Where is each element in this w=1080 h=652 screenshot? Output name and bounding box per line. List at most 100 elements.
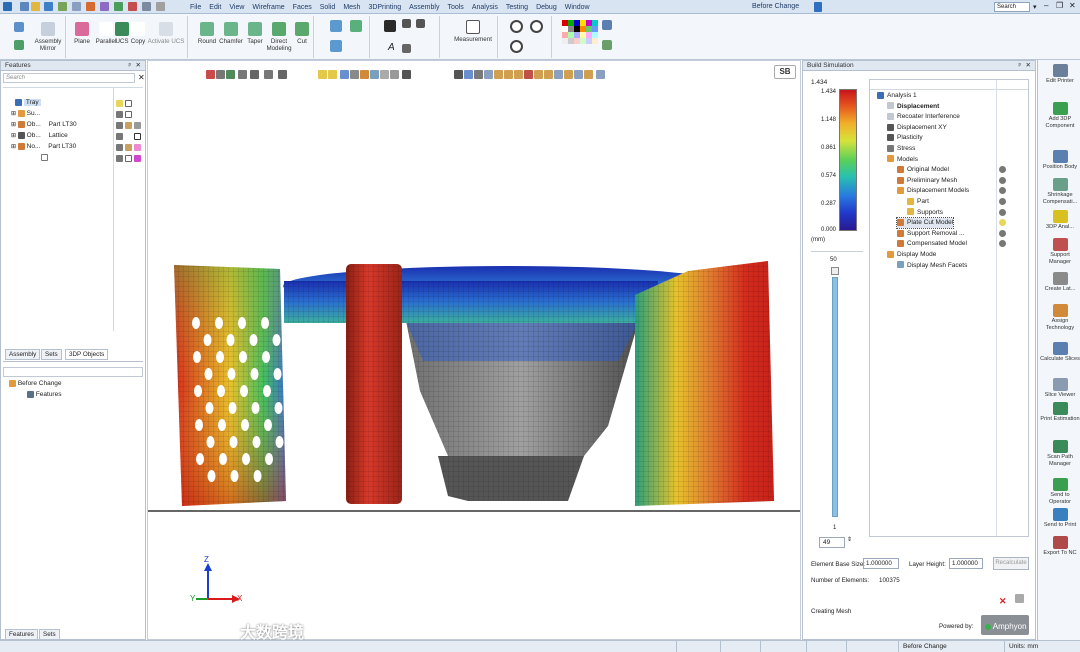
annotation-icon[interactable] bbox=[402, 19, 411, 28]
expand-icon[interactable]: ⊞ bbox=[11, 111, 16, 117]
analysis-tree-item[interactable]: Plate Cut Model bbox=[895, 217, 955, 230]
close-icon[interactable]: ✕ bbox=[1069, 1, 1076, 10]
menu-tools[interactable]: Tools bbox=[447, 4, 463, 11]
history-item-features[interactable]: Features bbox=[27, 390, 61, 400]
analysis-tree-item[interactable]: Supports bbox=[907, 208, 943, 218]
analysis-tree-item[interactable]: Stress bbox=[887, 144, 915, 154]
color-swatch[interactable] bbox=[134, 122, 141, 129]
visibility-bulb-icon[interactable] bbox=[999, 176, 1006, 184]
move-icon[interactable] bbox=[330, 20, 342, 32]
menu-window[interactable]: Window bbox=[565, 4, 590, 11]
color-swatch[interactable] bbox=[134, 133, 141, 140]
tree-item-child[interactable] bbox=[41, 153, 48, 163]
sidebar-button[interactable]: Send to Operator bbox=[1039, 478, 1080, 505]
visibility-icon[interactable] bbox=[116, 100, 123, 107]
menu-wireframe[interactable]: Wireframe bbox=[252, 4, 284, 11]
layer-spinner[interactable]: ⇕ bbox=[847, 536, 852, 543]
panel-close-icon[interactable]: ✕ bbox=[136, 61, 141, 71]
sidebar-button[interactable]: Add 3DP Component bbox=[1039, 102, 1080, 129]
color-swatch[interactable] bbox=[134, 155, 141, 162]
sidebar-button[interactable]: Print Estimation bbox=[1039, 402, 1080, 423]
visibility-bulb-icon[interactable] bbox=[999, 208, 1006, 216]
layer-icon[interactable] bbox=[114, 2, 123, 11]
expand-icon[interactable]: ⊞ bbox=[11, 133, 16, 139]
analysis-tree-item[interactable]: Compensated Model bbox=[897, 239, 967, 249]
sidebar-button[interactable]: Support Manager bbox=[1039, 238, 1080, 265]
text-icon[interactable]: A bbox=[388, 42, 395, 53]
pin-icon[interactable]: ᵖ bbox=[1019, 61, 1021, 71]
visibility-bulb-icon[interactable] bbox=[999, 229, 1006, 237]
analysis-tree-item[interactable]: Part bbox=[907, 197, 929, 207]
direct-modeling-button[interactable]: Direct Modeling bbox=[266, 22, 292, 52]
tool-icon[interactable] bbox=[86, 2, 95, 11]
menu-view[interactable]: View bbox=[229, 4, 244, 11]
menu-debug[interactable]: Debug bbox=[536, 4, 557, 11]
menu-testing[interactable]: Testing bbox=[506, 4, 528, 11]
sidebar-button[interactable]: Send to Print bbox=[1039, 508, 1080, 529]
layer-slider-track[interactable] bbox=[832, 277, 838, 517]
layer-input[interactable]: 49 bbox=[819, 537, 845, 548]
label-icon[interactable] bbox=[402, 44, 411, 53]
menu-assembly[interactable]: Assembly bbox=[409, 4, 439, 11]
history-item-before-change[interactable]: Before Change bbox=[9, 379, 62, 389]
display-icon[interactable] bbox=[125, 111, 132, 118]
dimension-icon[interactable] bbox=[384, 20, 396, 32]
viewport[interactable]: SB Z Y X 大数跨境 bbox=[147, 60, 801, 642]
assembly-mirror-button[interactable]: Assembly Mirror bbox=[30, 22, 66, 52]
copy-button[interactable]: Copy bbox=[130, 22, 146, 45]
tree-item-ob2[interactable]: ⊞ Ob... Lattice bbox=[11, 131, 68, 141]
network-icon[interactable] bbox=[14, 40, 24, 50]
select-icon[interactable] bbox=[100, 2, 109, 11]
annotation2-icon[interactable] bbox=[416, 19, 425, 28]
panel-close-icon[interactable]: ✕ bbox=[1026, 61, 1031, 71]
analysis-tree-item[interactable]: Analysis 1 bbox=[877, 91, 917, 101]
expand-icon[interactable]: ⊞ bbox=[11, 122, 16, 128]
export-icon[interactable] bbox=[1015, 594, 1024, 603]
sidebar-button[interactable]: Scan Path Manager bbox=[1039, 440, 1080, 467]
sidebar-button[interactable]: Slice Viewer bbox=[1039, 378, 1080, 399]
menu-faces[interactable]: Faces bbox=[293, 4, 312, 11]
sidebar-button[interactable]: 3DP Anal... bbox=[1039, 210, 1080, 231]
tab-3dp-objects[interactable]: 3DP Objects bbox=[65, 349, 109, 360]
search-options-icon[interactable]: ▾ bbox=[1033, 3, 1037, 11]
chamfer-button[interactable]: Chamfer bbox=[218, 22, 244, 45]
open-icon[interactable] bbox=[31, 2, 40, 11]
color-palette[interactable] bbox=[562, 20, 598, 54]
dropdown-icon[interactable] bbox=[142, 2, 151, 11]
new-icon[interactable] bbox=[20, 2, 29, 11]
display-icon[interactable] bbox=[125, 100, 132, 107]
plane-button[interactable]: Plane bbox=[70, 22, 94, 45]
element-base-input[interactable]: 1.000000 bbox=[863, 558, 899, 569]
menu-file[interactable]: File bbox=[190, 4, 201, 11]
cut-button[interactable]: Cut bbox=[292, 22, 312, 45]
features-search-input[interactable]: Search bbox=[3, 73, 135, 83]
sidebar-button[interactable]: Shrinkage Compensati... bbox=[1039, 178, 1080, 205]
visibility-icon[interactable] bbox=[116, 122, 123, 129]
print-icon[interactable] bbox=[58, 2, 67, 11]
analysis-tree-item[interactable]: Displacement Models bbox=[897, 186, 969, 196]
analysis-tree-item[interactable]: Support Removal ... bbox=[897, 229, 964, 239]
scale-icon[interactable] bbox=[330, 40, 342, 52]
expand-icon[interactable]: ⊞ bbox=[11, 144, 16, 150]
activate-ucs-button[interactable]: Activate UCS bbox=[146, 22, 186, 45]
color-icon[interactable] bbox=[128, 2, 137, 11]
paint-icon[interactable] bbox=[602, 20, 612, 30]
ucs-button[interactable]: UCS bbox=[114, 22, 130, 45]
visibility-icon[interactable] bbox=[116, 144, 123, 151]
inspect-icon[interactable] bbox=[510, 40, 523, 53]
save-icon[interactable] bbox=[44, 2, 53, 11]
tree-item-no[interactable]: ⊞ No... Part LT30 bbox=[11, 142, 76, 152]
color-swatch[interactable] bbox=[134, 144, 141, 151]
tree-item-tray[interactable]: Tray bbox=[15, 98, 41, 108]
zoom-icon[interactable] bbox=[510, 20, 523, 33]
visibility-icon[interactable] bbox=[116, 133, 123, 140]
settings-icon[interactable] bbox=[156, 2, 165, 11]
analysis-tree-item[interactable]: Displacement bbox=[887, 102, 939, 112]
restore-icon[interactable]: ❐ bbox=[1056, 1, 1063, 10]
sidebar-button[interactable]: Create Lat... bbox=[1039, 272, 1080, 293]
round-button[interactable]: Round bbox=[196, 22, 218, 45]
analysis-tree-item[interactable]: Plasticity bbox=[887, 133, 923, 143]
cancel-icon[interactable]: ✕ bbox=[999, 596, 1007, 607]
menu-3dprinting[interactable]: 3DPrinting bbox=[368, 4, 401, 11]
visibility-bulb-icon[interactable] bbox=[999, 198, 1006, 205]
